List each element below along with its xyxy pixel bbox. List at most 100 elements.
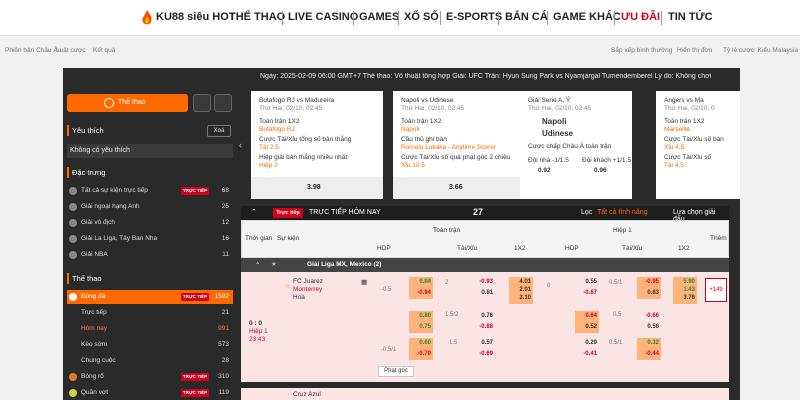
odd-cell[interactable]: 0.80	[409, 311, 433, 322]
nav-brand[interactable]: KU88 siêu HOT	[156, 11, 235, 23]
sport-item-basketball[interactable]: Bóng rổ TRỰC TIẾP 310	[67, 370, 233, 384]
star-icon[interactable]: ☆	[285, 282, 291, 290]
league-icon	[69, 203, 77, 211]
special-item-nba[interactable]: Giải NBA 11	[67, 248, 233, 262]
sport-tab-button[interactable]: Thể thao	[67, 94, 188, 112]
more-markets-button[interactable]: +149	[705, 278, 727, 302]
featured-card[interactable]: Botafogo RJ vs Madureira Thứ Hai, 02/10,…	[251, 91, 383, 199]
card-pick: Napoli	[401, 126, 420, 133]
card-option[interactable]: Đội khách +1/1.5	[582, 157, 631, 164]
league-row[interactable]: ⌃ ★ Giải Liga MX, Mexico (2)	[241, 258, 729, 272]
match-row: 0 : 0 Hiệp 1 23:43 ☆ FC Juarez Monterrey…	[241, 272, 729, 382]
sort-select[interactable]: Sắp xếp bình thường	[611, 47, 672, 54]
odd-cell[interactable]: -0.95	[637, 277, 661, 288]
featured-card[interactable]: Giải Serie A, Ý Thứ Hai, 02/10, 02:45 Na…	[520, 91, 632, 199]
odds-type-select[interactable]: Tỷ lệ cược: Kiểu Malaysia	[723, 47, 798, 54]
sport-item-tennis[interactable]: Quần vợt TRỰC TIẾP 119	[67, 386, 233, 400]
special-item-all-live[interactable]: Tất cả sự kiện trực tiếp TRỰC TIẾP 68	[67, 184, 233, 198]
odd-cell[interactable]: -0.44	[637, 349, 661, 360]
match-clock: 23:43	[249, 336, 266, 343]
col-hdp: HDP	[565, 245, 579, 252]
odd-cell[interactable]: 3.76	[673, 293, 697, 304]
odd-cell[interactable]: 0.84	[409, 277, 433, 288]
nav-uu-dai[interactable]: ƯU ĐÃI	[621, 11, 660, 23]
odd-cell[interactable]: 0.83	[637, 288, 661, 299]
special-item-epl[interactable]: Giải ngoại hạng Anh 25	[67, 200, 233, 214]
stats-icon[interactable]: ▦	[361, 278, 367, 286]
odd-cell[interactable]: 0.55	[575, 277, 599, 288]
link-rules[interactable]: Luật cược	[56, 47, 86, 54]
odd-cell[interactable]: 0.32	[637, 338, 661, 349]
card-match: Botafogo RJ vs Madureira	[259, 97, 335, 104]
odd-cell[interactable]: 3.10	[509, 293, 533, 304]
odd-cell[interactable]: -0.66	[637, 311, 661, 322]
col-more: Thêm	[710, 235, 727, 242]
sport-subitem-outright[interactable]: Chung cuộc 28	[67, 354, 233, 368]
nav-xo-so[interactable]: XỔ SỐ	[404, 11, 439, 23]
sport-subitem-live[interactable]: Trực tiếp 21	[67, 306, 233, 320]
card-market: Toàn trận 1X2	[401, 118, 442, 125]
odd-cell[interactable]: 0.64	[575, 311, 599, 322]
odd-cell[interactable]: -0.70	[409, 349, 433, 360]
special-item-champions[interactable]: Giải vô địch 12	[67, 216, 233, 230]
card-odd[interactable]: 0.92	[538, 167, 551, 174]
link-results[interactable]: Kết quả	[93, 47, 115, 54]
odd-cell[interactable]: 0.29	[575, 338, 599, 349]
nav-the-thao[interactable]: THỂ THAO	[229, 11, 285, 23]
card-odd[interactable]: 3.66	[449, 184, 463, 191]
odd-cell[interactable]: 0.60	[409, 338, 433, 349]
card-odd[interactable]: 3.98	[307, 184, 321, 191]
card-market: Cược Tài/Xỉu số quả phạt góc 2 chiều	[401, 154, 511, 161]
odd-cell[interactable]: 0.81	[471, 288, 495, 299]
no-favorites-text: Không có yêu thích	[67, 144, 233, 158]
nav-tin-tuc[interactable]: TIN TỨC	[668, 11, 713, 23]
link-european-version[interactable]: Phiên bản Châu Âu	[5, 47, 61, 54]
odd-cell[interactable]: -0.41	[575, 349, 599, 360]
calendar-icon[interactable]	[214, 94, 232, 112]
draw-label: Hoà	[293, 294, 305, 301]
odd-cell[interactable]: 0.76	[471, 311, 495, 322]
odd-cell[interactable]: -0.67	[575, 288, 599, 299]
bet-slip-icon[interactable]	[193, 94, 211, 112]
nav-live-casino[interactable]: LIVE CASINO	[288, 11, 358, 23]
special-item-laliga[interactable]: Giải La Liga, Tây Ban Nha 16	[67, 232, 233, 246]
corner-toggle-button[interactable]: Phạt góc	[378, 366, 414, 377]
nav-separator	[498, 11, 499, 25]
odd-cell[interactable]: -0.88	[471, 322, 495, 333]
live-badge: TRỰC TIẾP	[181, 373, 209, 381]
sport-subitem-today[interactable]: Hôm nay 991	[67, 322, 233, 336]
live-badge: Trực tiếp	[273, 208, 303, 218]
clear-favorites-button[interactable]: Xoá	[207, 125, 231, 137]
announcement-ticker: Ngày: 2025-02-09 06:00 GMT+7 Thể thao: V…	[260, 73, 712, 80]
card-team-away: Udinese	[542, 129, 574, 138]
chevron-left-icon[interactable]: ‹	[239, 140, 242, 150]
odd-cell[interactable]: 0.57	[471, 338, 495, 349]
card-time: Thứ Hai, 02/10, 0	[664, 105, 715, 112]
featured-card[interactable]: Angers vs Ma Thứ Hai, 02/10, 0 Toàn trận…	[656, 91, 740, 199]
col-hdp: HDP	[377, 245, 391, 252]
card-option[interactable]: Đội nhà -1/1.5	[528, 157, 569, 164]
display-select[interactable]: Hiển thị đơn	[677, 47, 712, 54]
odd-cell[interactable]: -0.94	[409, 288, 433, 299]
filter-select[interactable]: Tất cả tình năng	[597, 209, 648, 216]
chevron-up-icon[interactable]: ⌃	[255, 261, 260, 269]
nav-game-khac[interactable]: GAME KHÁC	[553, 11, 621, 23]
sport-subitem-early[interactable]: Kèo sớm 573	[67, 338, 233, 352]
league-name: Giải Liga MX, Mexico (2)	[307, 261, 382, 268]
odd-cell[interactable]: 0.56	[637, 322, 661, 333]
card-odd[interactable]: 0.96	[594, 167, 607, 174]
card-pick: Botafogo RJ	[259, 126, 295, 133]
odd-cell[interactable]: 0.75	[409, 322, 433, 333]
live-today-bar: ⌃ Trực tiếp TRỰC TIẾP HÔM NAY 27 Lọc Tất…	[241, 206, 729, 223]
odd-cell[interactable]: -0.93	[471, 277, 495, 288]
star-icon[interactable]: ★	[271, 260, 277, 268]
sport-item-football[interactable]: Bóng đá TRỰC TIẾP 1592	[67, 290, 233, 304]
nav-esports[interactable]: E-SPORTS	[446, 11, 502, 23]
nav-ban-ca[interactable]: BẮN CÁ	[505, 11, 548, 23]
collapse-icon[interactable]: ⌃	[251, 208, 257, 216]
home-team: FC Juarez	[293, 278, 323, 285]
odd-cell[interactable]: 0.52	[575, 322, 599, 333]
odd-cell[interactable]: -0.69	[471, 349, 495, 360]
nav-games[interactable]: GAMES	[359, 11, 399, 23]
featured-card[interactable]: Napoli vs Udinese Thứ Hai, 02/10, 02:45 …	[393, 91, 525, 199]
